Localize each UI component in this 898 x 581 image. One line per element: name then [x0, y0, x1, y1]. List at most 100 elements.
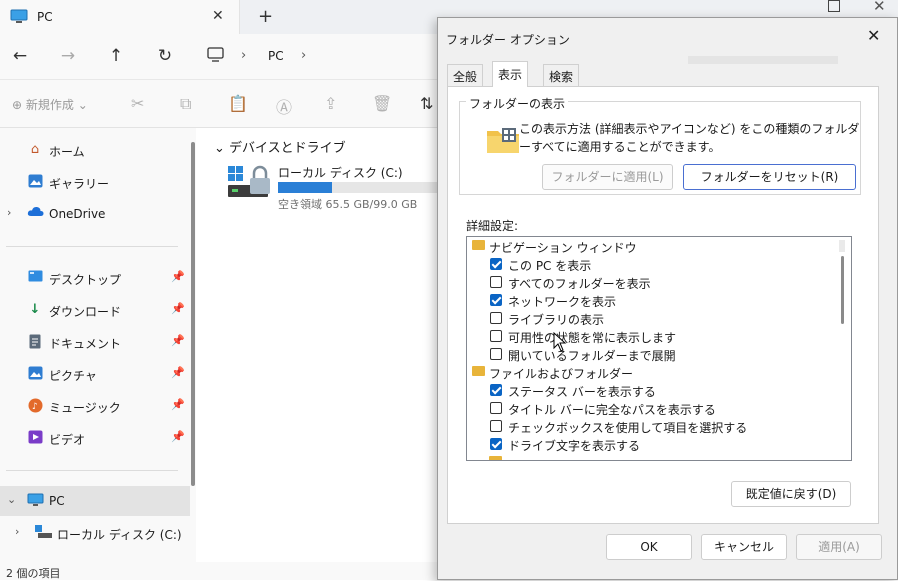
breadcrumb-pc[interactable]: PC [268, 49, 284, 63]
pin-icon[interactable]: 📌 [171, 430, 185, 443]
cancel-button[interactable]: キャンセル [701, 534, 787, 560]
up-arrow-icon[interactable]: ↑ [106, 46, 126, 66]
sidebar-item-desktop[interactable]: デスクトップ 📌 [0, 263, 190, 293]
sidebar-item-home[interactable]: ⌂ ホーム [0, 135, 190, 165]
tree-scrollbar-thumb[interactable] [841, 256, 844, 324]
close-icon[interactable]: ✕ [212, 8, 224, 24]
pin-icon[interactable]: 📌 [171, 334, 185, 347]
sidebar-item-gallery[interactable]: ギャラリー [0, 167, 190, 197]
drive-c-icon[interactable] [226, 164, 274, 205]
pin-icon[interactable]: 📌 [171, 302, 185, 315]
folder-icon [489, 456, 502, 460]
section-header-devices[interactable]: ⌄ デバイスとドライブ [214, 137, 346, 156]
rename-icon[interactable]: Ⓐ [276, 94, 292, 118]
chevron-right-icon[interactable]: › [15, 525, 19, 538]
copy-icon[interactable]: ⧉ [180, 94, 191, 114]
checkbox-show-network[interactable] [490, 294, 502, 306]
cloud-icon [27, 206, 44, 222]
checkbox-use-check-boxes[interactable] [490, 420, 502, 432]
back-arrow-icon[interactable]: ← [10, 46, 30, 66]
tree-item-label: ライブラリの表示 [508, 313, 605, 327]
sidebar-item-label: ローカル ディスク (C:) [57, 528, 182, 542]
tab-pc[interactable]: PC ✕ [0, 0, 240, 34]
sidebar-scrollbar[interactable] [191, 142, 195, 486]
restore-defaults-button[interactable]: 既定値に戻す(D) [731, 481, 851, 507]
refresh-icon[interactable]: ↻ [155, 46, 175, 66]
tab-general[interactable]: 全般 [447, 64, 484, 86]
sidebar-item-videos[interactable]: ビデオ 📌 [0, 423, 190, 453]
sidebar-divider [6, 470, 178, 471]
sidebar-item-label: PC [49, 494, 65, 508]
title-background-artifact [688, 56, 838, 64]
drive-name[interactable]: ローカル ディスク (C:) [278, 164, 403, 181]
tree-item-show-all-folders[interactable]: すべてのフォルダーを表示 [467, 273, 847, 291]
checkbox-show-drive-letters[interactable] [490, 438, 502, 450]
tree-item-show-status-bar[interactable]: ステータス バーを表示する [467, 381, 847, 399]
tree-item-show-this-pc[interactable]: この PC を表示 [467, 255, 847, 273]
sidebar-item-pictures[interactable]: ピクチャ 📌 [0, 359, 190, 389]
monitor-icon[interactable] [207, 47, 224, 65]
pc-icon [10, 9, 28, 27]
sidebar-item-label: デスクトップ [49, 273, 122, 287]
chevron-down-icon[interactable]: ⌄ [7, 493, 16, 506]
gallery-icon [27, 174, 43, 190]
folder-icon [486, 126, 520, 157]
tree-item-show-libraries[interactable]: ライブラリの表示 [467, 309, 847, 327]
tab-search[interactable]: 検索 [543, 64, 580, 86]
tree-item-expand-to-open-folder[interactable]: 開いているフォルダーまで展開 [467, 345, 847, 363]
tree-item-show-drive-letters[interactable]: ドライブ文字を表示する [467, 435, 847, 453]
reset-folders-button[interactable]: フォルダーをリセット(R) [683, 164, 856, 190]
checkbox-show-libraries[interactable] [490, 312, 502, 324]
advanced-settings-tree[interactable]: ナビゲーション ウィンドウ この PC を表示 すべてのフォルダーを表示 ネット… [466, 236, 852, 461]
apply-to-folders-button[interactable]: フォルダーに適用(L) [542, 164, 673, 190]
checkbox-show-all-folders[interactable] [490, 276, 502, 288]
desktop-icon [27, 270, 43, 286]
sidebar-item-pc[interactable]: ⌄ PC [0, 486, 190, 516]
tree-item-show-network[interactable]: ネットワークを表示 [467, 291, 847, 309]
sidebar-item-label: ホーム [49, 145, 85, 159]
sidebar-item-onedrive[interactable]: › OneDrive [0, 199, 190, 229]
sidebar-item-music[interactable]: ♪ ミュージック 📌 [0, 391, 190, 421]
window-close-icon[interactable]: ✕ [873, 0, 886, 15]
home-icon: ⌂ [30, 142, 40, 157]
new-item-button[interactable]: ⊕ 新規作成 ⌄ [12, 96, 88, 113]
document-icon [27, 334, 43, 350]
chevron-right-icon[interactable]: › [301, 48, 306, 63]
tree-scroll-up[interactable] [839, 240, 845, 252]
music-icon: ♪ [27, 398, 43, 414]
chevron-right-icon[interactable]: › [241, 48, 246, 63]
close-icon[interactable]: ✕ [867, 26, 880, 45]
apply-button[interactable]: 適用(A) [796, 534, 882, 560]
sort-icon[interactable]: ⇅ [420, 94, 433, 113]
sidebar-item-documents[interactable]: ドキュメント 📌 [0, 327, 190, 357]
paste-icon[interactable]: 📋 [228, 94, 248, 113]
sidebar-item-label: ミュージック [49, 401, 121, 415]
ok-button[interactable]: OK [606, 534, 692, 560]
checkbox-expand-to-open-folder[interactable] [490, 348, 502, 360]
checkbox-always-show-availability[interactable] [490, 330, 502, 342]
checkbox-full-path-in-title[interactable] [490, 402, 502, 414]
plus-icon[interactable]: + [258, 6, 273, 27]
delete-icon[interactable]: 🗑 [372, 94, 392, 113]
cut-icon[interactable]: ✂ [131, 94, 144, 113]
maximize-icon[interactable] [828, 0, 840, 12]
item-count: 2 個の項目 [6, 567, 61, 580]
tree-item-label: チェックボックスを使用して項目を選択する [508, 421, 748, 435]
checkbox-show-status-bar[interactable] [490, 384, 502, 396]
sidebar-item-local-disk[interactable]: › ローカル ディスク (C:) [0, 518, 190, 548]
pin-icon[interactable]: 📌 [171, 366, 185, 379]
share-icon[interactable]: ⇪ [324, 94, 337, 113]
tab-view[interactable]: 表示 [492, 61, 529, 87]
tree-item-use-check-boxes[interactable]: チェックボックスを使用して項目を選択する [467, 417, 847, 435]
tree-item-full-path-in-title[interactable]: タイトル バーに完全なパスを表示する [467, 399, 847, 417]
sidebar-item-label: ダウンロード [49, 305, 122, 319]
pin-icon[interactable]: 📌 [171, 270, 185, 283]
pin-icon[interactable]: 📌 [171, 398, 185, 411]
sidebar-item-downloads[interactable]: ↓ ダウンロード 📌 [0, 295, 190, 325]
checkbox-show-this-pc[interactable] [490, 258, 502, 270]
svg-text:♪: ♪ [32, 402, 38, 412]
tree-group-partial [467, 453, 847, 460]
forward-arrow-icon[interactable]: → [58, 46, 78, 66]
chevron-right-icon[interactable]: › [7, 206, 11, 219]
tree-item-always-show-availability[interactable]: 可用性の状態を常に表示します [467, 327, 847, 345]
